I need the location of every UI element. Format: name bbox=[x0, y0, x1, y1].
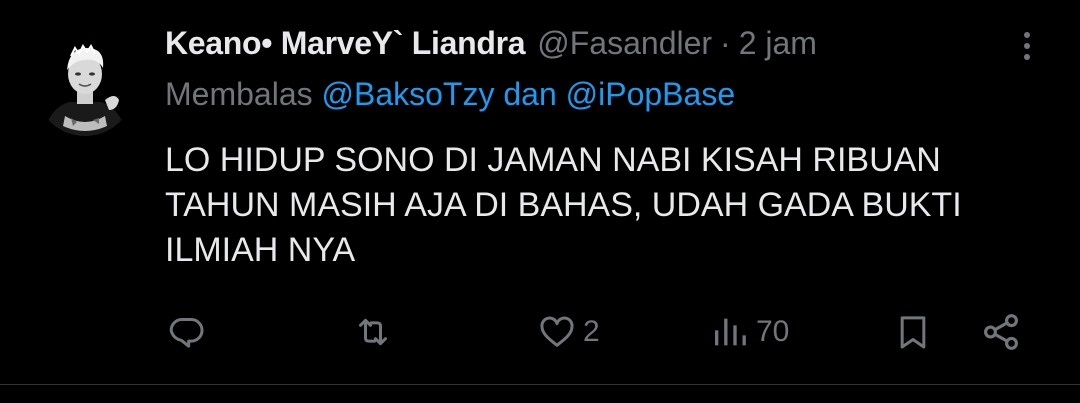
more-options-icon[interactable] bbox=[1012, 26, 1042, 66]
views-count: 70 bbox=[756, 315, 790, 348]
tweet-text-line: TAHUN MASIH AJA DI BAHAS, UDAH GADA BUKT… bbox=[165, 186, 962, 224]
share-button[interactable] bbox=[980, 304, 1022, 360]
reply-button[interactable] bbox=[167, 304, 207, 360]
retweet-button[interactable] bbox=[352, 304, 394, 360]
timestamp[interactable]: 2 jam bbox=[739, 25, 817, 62]
tweet-text-line: ILMIAH NYA bbox=[165, 231, 356, 269]
more-dot bbox=[1024, 43, 1030, 49]
like-count: 2 bbox=[583, 315, 600, 348]
mention-link[interactable]: @iPopBase bbox=[566, 76, 735, 112]
like-button[interactable]: 2 bbox=[537, 304, 600, 360]
more-dot bbox=[1024, 54, 1030, 60]
display-name[interactable]: Keano• MarveY` Liandra bbox=[165, 25, 526, 62]
heart-icon bbox=[540, 316, 574, 347]
bookmark-button[interactable] bbox=[893, 304, 933, 360]
bookmark-icon bbox=[900, 316, 926, 349]
tweet-header: Keano• MarveY` Liandra @Fasandler · 2 ja… bbox=[165, 18, 817, 68]
user-handle[interactable]: @Fasandler bbox=[537, 25, 712, 62]
views-button[interactable]: 70 bbox=[710, 304, 789, 360]
replying-to-label: Membalas bbox=[165, 76, 313, 112]
retweet-icon bbox=[359, 318, 387, 346]
share-icon bbox=[984, 314, 1018, 350]
reply-icon bbox=[169, 318, 204, 348]
tweet-text-line: LO HIDUP SONO DI JAMAN NABI KISAH RIBUAN bbox=[165, 141, 941, 179]
divider bbox=[0, 384, 1080, 385]
tweet-text: LO HIDUP SONO DI JAMAN NABI KISAH RIBUAN… bbox=[165, 138, 1025, 273]
action-bar: 2 70 bbox=[0, 304, 1080, 360]
more-dot bbox=[1024, 32, 1030, 38]
replying-to: Membalas @BaksoTzy dan @iPopBase bbox=[165, 76, 735, 113]
mention-link[interactable]: @BaksoTzy bbox=[322, 76, 495, 112]
tweet[interactable]: Keano• MarveY` Liandra @Fasandler · 2 ja… bbox=[0, 0, 1080, 385]
avatar[interactable] bbox=[35, 36, 135, 136]
views-icon bbox=[715, 318, 746, 346]
replying-to-joiner: dan bbox=[503, 76, 557, 112]
avatar-image bbox=[35, 36, 135, 136]
separator-dot: · bbox=[720, 24, 731, 61]
